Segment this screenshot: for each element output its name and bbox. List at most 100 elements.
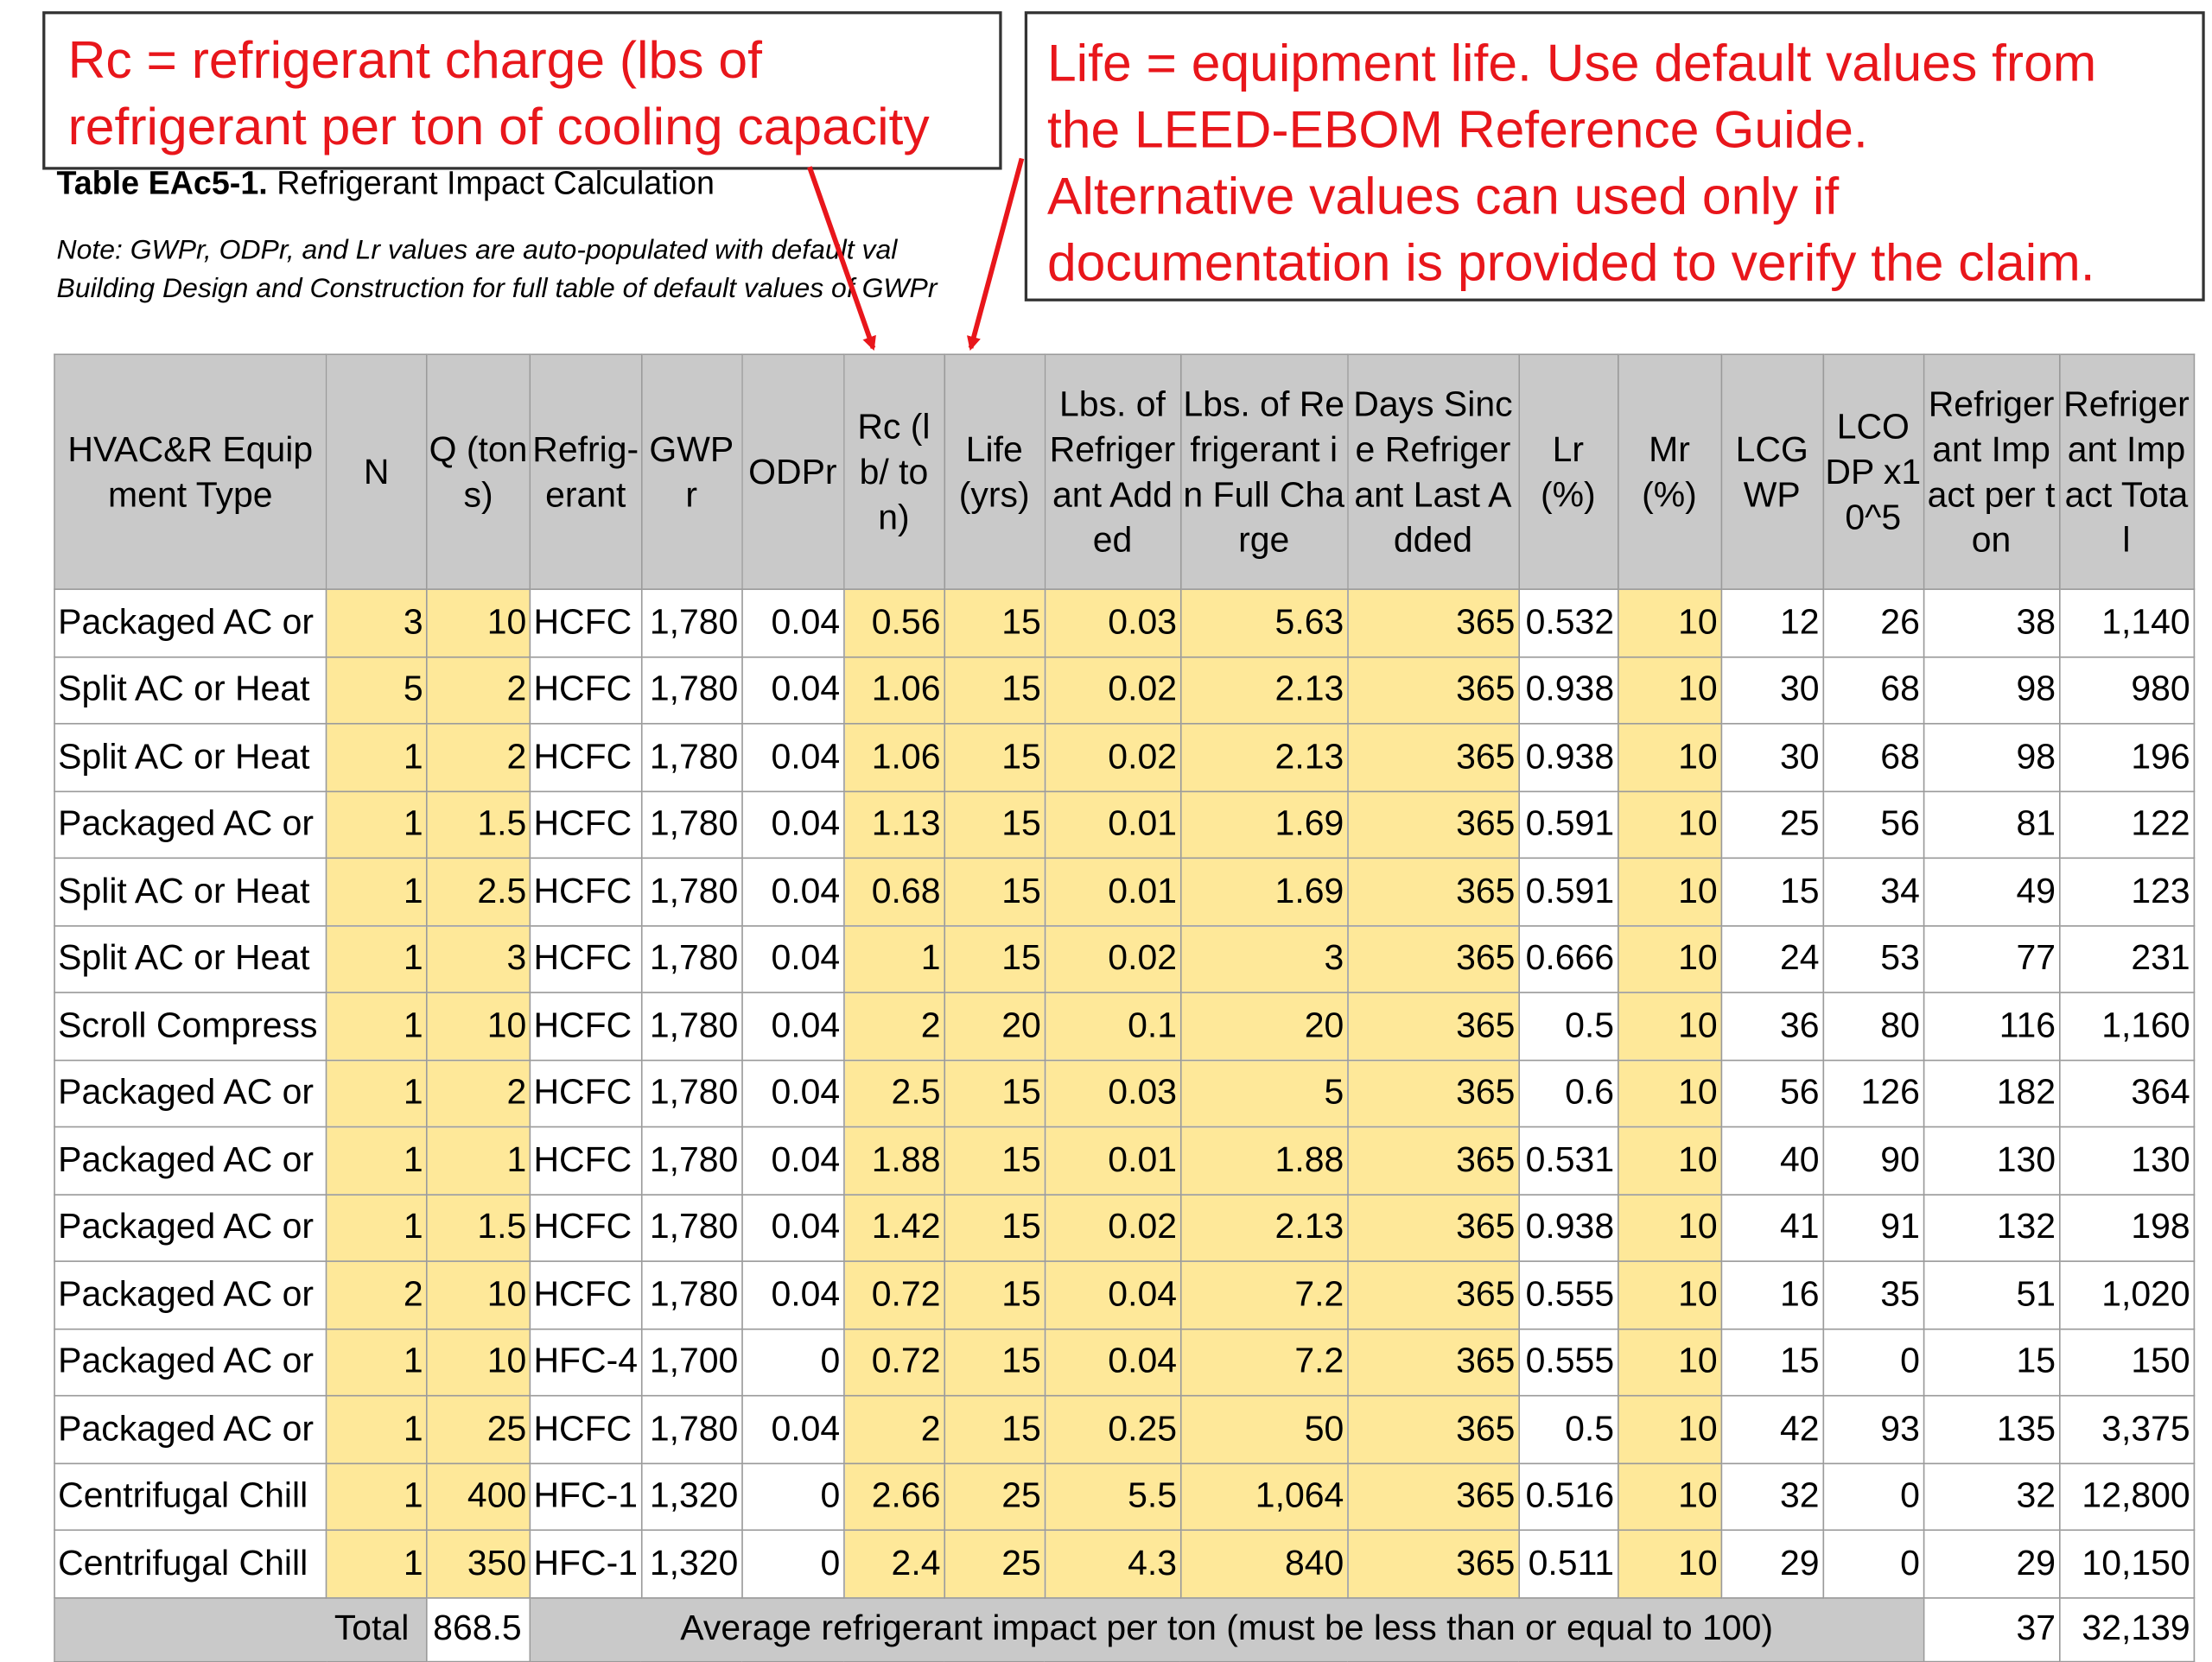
table-cell[interactable]: 1.5 — [425, 790, 531, 860]
table-cell[interactable]: 15 — [943, 924, 1046, 993]
table-cell[interactable]: 350 — [425, 1529, 531, 1598]
table-cell[interactable]: 2 — [425, 656, 531, 725]
table-cell[interactable]: 1.13 — [842, 790, 945, 860]
table-cell[interactable]: 2 — [842, 1394, 945, 1464]
table-cell[interactable]: 10 — [1617, 1126, 1722, 1196]
table-cell[interactable]: 10 — [1617, 1260, 1722, 1329]
table-cell[interactable]: 0.56 — [842, 588, 945, 657]
table-cell[interactable]: 15 — [943, 1328, 1046, 1397]
table-cell[interactable]: 0.03 — [1044, 1058, 1181, 1128]
table-cell[interactable]: 365 — [1346, 1529, 1520, 1598]
table-cell[interactable]: 2.13 — [1179, 722, 1349, 792]
table-cell[interactable]: 10 — [1617, 1328, 1722, 1397]
table-cell[interactable]: 15 — [943, 1193, 1046, 1262]
table-cell[interactable]: 10 — [1617, 588, 1722, 657]
table-cell[interactable]: 2 — [325, 1260, 428, 1329]
table-cell[interactable]: 15 — [943, 790, 1046, 860]
table-cell[interactable]: 3 — [425, 924, 531, 993]
table-cell[interactable]: 0.02 — [1044, 722, 1181, 792]
table-cell[interactable]: 25 — [943, 1529, 1046, 1598]
table-cell[interactable]: 365 — [1346, 1058, 1520, 1128]
table-cell[interactable]: 2 — [842, 992, 945, 1061]
table-cell[interactable]: 1 — [325, 1193, 428, 1262]
table-cell[interactable]: 400 — [425, 1462, 531, 1532]
table-cell[interactable]: 1.88 — [842, 1126, 945, 1196]
table-cell[interactable]: 0.01 — [1044, 1126, 1181, 1196]
table-cell[interactable]: 10 — [1617, 656, 1722, 725]
table-cell[interactable]: 1 — [325, 1394, 428, 1464]
table-cell[interactable]: 365 — [1346, 1462, 1520, 1532]
table-cell[interactable]: 10 — [425, 992, 531, 1061]
table-cell[interactable]: 1 — [325, 1126, 428, 1196]
table-cell[interactable]: 1 — [325, 1529, 428, 1598]
table-cell[interactable]: 20 — [1179, 992, 1349, 1061]
table-cell[interactable]: 1 — [425, 1126, 531, 1196]
table-cell[interactable]: 1.88 — [1179, 1126, 1349, 1196]
table-cell[interactable]: 10 — [425, 1328, 531, 1397]
table-cell[interactable]: 25 — [425, 1394, 531, 1464]
table-cell[interactable]: 7.2 — [1179, 1328, 1349, 1397]
table-cell[interactable]: 1 — [325, 1328, 428, 1397]
table-cell[interactable]: 10 — [1617, 1058, 1722, 1128]
table-cell[interactable]: 15 — [943, 857, 1046, 926]
table-cell[interactable]: 1.69 — [1179, 857, 1349, 926]
table-cell[interactable]: 3 — [1179, 924, 1349, 993]
table-cell[interactable]: 15 — [943, 1260, 1046, 1329]
table-cell[interactable]: 0.01 — [1044, 790, 1181, 860]
table-cell[interactable]: 1 — [325, 722, 428, 792]
table-cell[interactable]: 15 — [943, 1394, 1046, 1464]
table-cell[interactable]: 365 — [1346, 992, 1520, 1061]
table-cell[interactable]: 5 — [325, 656, 428, 725]
table-cell[interactable]: 365 — [1346, 857, 1520, 926]
table-cell[interactable]: 4.3 — [1044, 1529, 1181, 1598]
table-cell[interactable]: 0.1 — [1044, 992, 1181, 1061]
table-cell[interactable]: 365 — [1346, 656, 1520, 725]
table-cell[interactable]: 5.5 — [1044, 1462, 1181, 1532]
table-cell[interactable]: 2.5 — [425, 857, 531, 926]
table-cell[interactable]: 0.03 — [1044, 588, 1181, 657]
table-cell[interactable]: 1.69 — [1179, 790, 1349, 860]
table-cell[interactable]: 1.06 — [842, 722, 945, 792]
table-cell[interactable]: 365 — [1346, 790, 1520, 860]
table-cell[interactable]: 2 — [425, 722, 531, 792]
table-cell[interactable]: 840 — [1179, 1529, 1349, 1598]
table-cell[interactable]: 15 — [943, 1126, 1046, 1196]
table-cell[interactable]: 7.2 — [1179, 1260, 1349, 1329]
table-cell[interactable]: 2 — [425, 1058, 531, 1128]
table-cell[interactable]: 1 — [325, 857, 428, 926]
table-cell[interactable]: 1 — [325, 1462, 428, 1532]
table-cell[interactable]: 2.13 — [1179, 656, 1349, 725]
table-cell[interactable]: 1 — [842, 924, 945, 993]
table-cell[interactable]: 10 — [1617, 790, 1722, 860]
table-cell[interactable]: 365 — [1346, 1126, 1520, 1196]
table-cell[interactable]: 50 — [1179, 1394, 1349, 1464]
table-cell[interactable]: 1 — [325, 992, 428, 1061]
table-cell[interactable]: 1.42 — [842, 1193, 945, 1262]
table-cell[interactable]: 365 — [1346, 1193, 1520, 1262]
table-cell[interactable]: 365 — [1346, 1394, 1520, 1464]
table-cell[interactable]: 0.25 — [1044, 1394, 1181, 1464]
table-cell[interactable]: 10 — [1617, 1529, 1722, 1598]
table-cell[interactable]: 365 — [1346, 588, 1520, 657]
table-cell[interactable]: 0.02 — [1044, 924, 1181, 993]
table-cell[interactable]: 0.02 — [1044, 656, 1181, 725]
table-cell[interactable]: 0.72 — [842, 1328, 945, 1397]
table-cell[interactable]: 10 — [1617, 924, 1722, 993]
table-cell[interactable]: 2.4 — [842, 1529, 945, 1598]
table-cell[interactable]: 1 — [325, 790, 428, 860]
table-cell[interactable]: 1 — [325, 924, 428, 993]
table-cell[interactable]: 1 — [325, 1058, 428, 1128]
table-cell[interactable]: 10 — [1617, 992, 1722, 1061]
table-cell[interactable]: 0.68 — [842, 857, 945, 926]
table-cell[interactable]: 1.5 — [425, 1193, 531, 1262]
table-cell[interactable]: 2.5 — [842, 1058, 945, 1128]
table-cell[interactable]: 20 — [943, 992, 1046, 1061]
table-cell[interactable]: 10 — [1617, 1394, 1722, 1464]
table-cell[interactable]: 2.13 — [1179, 1193, 1349, 1262]
table-cell[interactable]: 10 — [425, 1260, 531, 1329]
table-cell[interactable]: 1.06 — [842, 656, 945, 725]
table-cell[interactable]: 15 — [943, 656, 1046, 725]
table-cell[interactable]: 0.01 — [1044, 857, 1181, 926]
table-cell[interactable]: 0.02 — [1044, 1193, 1181, 1262]
table-cell[interactable]: 365 — [1346, 924, 1520, 993]
